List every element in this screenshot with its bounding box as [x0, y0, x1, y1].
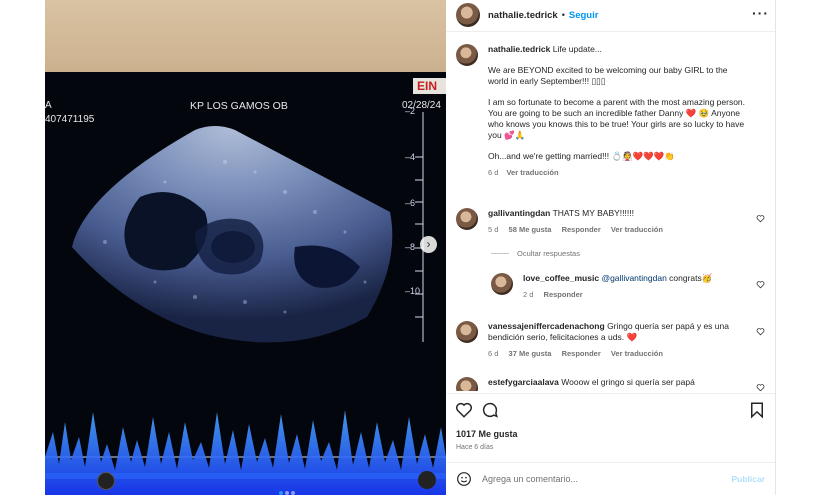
- hide-replies-label: Ocultar respuestas: [517, 249, 580, 258]
- comment-text: Wooow el gringo si quería ser papá: [561, 377, 695, 387]
- reply-item: love_coffee_music @gallivantingdan congr…: [491, 273, 761, 300]
- depth-scale-label: –6: [405, 198, 415, 208]
- tagged-user-icon[interactable]: [97, 472, 115, 490]
- ein-label: EIN: [413, 78, 446, 94]
- carousel-indicator: [279, 482, 297, 495]
- heart-icon[interactable]: [756, 214, 765, 223]
- heart-icon[interactable]: [756, 280, 765, 289]
- comment-user[interactable]: gallivantingdan: [488, 208, 550, 218]
- action-bar: [446, 398, 775, 424]
- more-horizontal-icon[interactable]: ···: [752, 5, 769, 21]
- scan-date: 02/28/24: [402, 100, 441, 111]
- caption-line-2: We are BEYOND excited to be welcoming ou…: [488, 65, 728, 86]
- post-header: nathalie.tedrick • Seguir ···: [456, 3, 771, 27]
- clinic-name: KP LOS GAMOS OB: [190, 100, 288, 112]
- scan-side-label: A: [45, 100, 52, 111]
- reply-button[interactable]: Responder: [562, 349, 601, 358]
- reply-mention[interactable]: @gallivantingdan: [601, 273, 666, 283]
- avatar[interactable]: [491, 273, 513, 295]
- avatar[interactable]: [456, 377, 478, 391]
- follow-button[interactable]: Seguir: [569, 10, 599, 21]
- comment-time: 5 d: [488, 225, 499, 234]
- hide-replies-button[interactable]: Ocultar respuestas: [491, 249, 580, 258]
- comment-input[interactable]: [482, 470, 722, 488]
- caption-time: 6 d: [488, 168, 499, 177]
- scan-id: 407471195: [45, 114, 95, 125]
- post-panel: nathalie.tedrick • Seguir ··· nathalie.t…: [446, 0, 775, 495]
- caption-author[interactable]: nathalie.tedrick: [488, 44, 550, 54]
- depth-scale-label: –8: [405, 242, 415, 252]
- post-author[interactable]: nathalie.tedrick: [488, 10, 558, 21]
- comment-body: vanessajeniffercadenachong Gringo quería…: [488, 321, 750, 359]
- reply-time: 2 d: [523, 290, 534, 299]
- avatar[interactable]: [456, 321, 478, 343]
- avatar[interactable]: [456, 208, 478, 230]
- heart-icon[interactable]: [756, 327, 765, 336]
- comment-user[interactable]: vanessajeniffercadenachong: [488, 321, 605, 331]
- post-comment-button[interactable]: Publicar: [731, 474, 765, 484]
- reply-button[interactable]: Responder: [562, 225, 601, 234]
- smiley-icon[interactable]: [456, 471, 472, 487]
- reply-button[interactable]: Responder: [544, 290, 583, 299]
- comment-time: 6 d: [488, 349, 499, 358]
- heart-icon[interactable]: [455, 401, 473, 419]
- translate-link[interactable]: Ver traducción: [506, 168, 558, 177]
- reply-text: congrats🥳: [669, 273, 713, 283]
- chevron-right-icon[interactable]: ›: [420, 236, 437, 253]
- actions-divider: [446, 393, 775, 394]
- reply-user[interactable]: love_coffee_music: [523, 273, 599, 283]
- background-wall: [45, 0, 446, 80]
- comment-body: gallivantingdan THATS MY BABY!!!!!! 5 d …: [488, 208, 750, 235]
- translate-link[interactable]: Ver traducción: [611, 349, 663, 358]
- mute-icon[interactable]: [418, 471, 436, 489]
- comment-item: gallivantingdan THATS MY BABY!!!!!! 5 d …: [456, 208, 771, 235]
- reply-body: love_coffee_music @gallivantingdan congr…: [523, 273, 743, 300]
- caption-body: nathalie.tedrick Life update... We are B…: [488, 44, 750, 178]
- depth-scale-label: –4: [405, 152, 415, 162]
- post-media[interactable]: –2 –4 –6 –8 –10 EIN A 407471195 KP LOS GAMOS…: [45, 0, 446, 495]
- scan-header: A 407471195 KP LOS GAMOS OB 02/28/24: [45, 96, 446, 130]
- comment-likes[interactable]: 58 Me gusta: [509, 225, 552, 234]
- comment-likes[interactable]: 37 Me gusta: [509, 349, 552, 358]
- depth-scale-label: –10: [405, 286, 420, 296]
- panel-border: [775, 0, 776, 495]
- caption-line-4: Oh...and we're getting married!!! 💍👰❤️❤️…: [488, 151, 676, 161]
- caption-line-3: I am so fortunate to become a parent wit…: [488, 97, 746, 140]
- caption-line-1: Life update...: [552, 44, 602, 54]
- header-separator: •: [561, 10, 565, 20]
- post-date: Hace 6 días: [456, 444, 494, 451]
- caption: nathalie.tedrick Life update... We are B…: [456, 44, 771, 178]
- avatar[interactable]: [456, 3, 480, 27]
- comments-list[interactable]: nathalie.tedrick Life update... We are B…: [446, 37, 775, 391]
- comment-item: estefygarciaalava Wooow el gringo si que…: [456, 377, 771, 391]
- comment-icon[interactable]: [481, 401, 499, 419]
- comment-user[interactable]: estefygarciaalava: [488, 377, 559, 387]
- comment-item: vanessajeniffercadenachong Gringo quería…: [456, 321, 771, 359]
- ultrasound-image: –2–4–6–8–10: [45, 106, 446, 495]
- heart-icon[interactable]: [756, 383, 765, 391]
- avatar[interactable]: [456, 44, 478, 66]
- add-comment-bar: Publicar: [446, 462, 775, 495]
- comment-text: THATS MY BABY!!!!!!: [552, 208, 634, 218]
- translate-link[interactable]: Ver traducción: [611, 225, 663, 234]
- bookmark-icon[interactable]: [748, 401, 766, 419]
- likes-count[interactable]: 1017 Me gusta: [456, 429, 518, 439]
- header-divider: [446, 31, 775, 32]
- comment-body: estefygarciaalava Wooow el gringo si que…: [488, 377, 750, 391]
